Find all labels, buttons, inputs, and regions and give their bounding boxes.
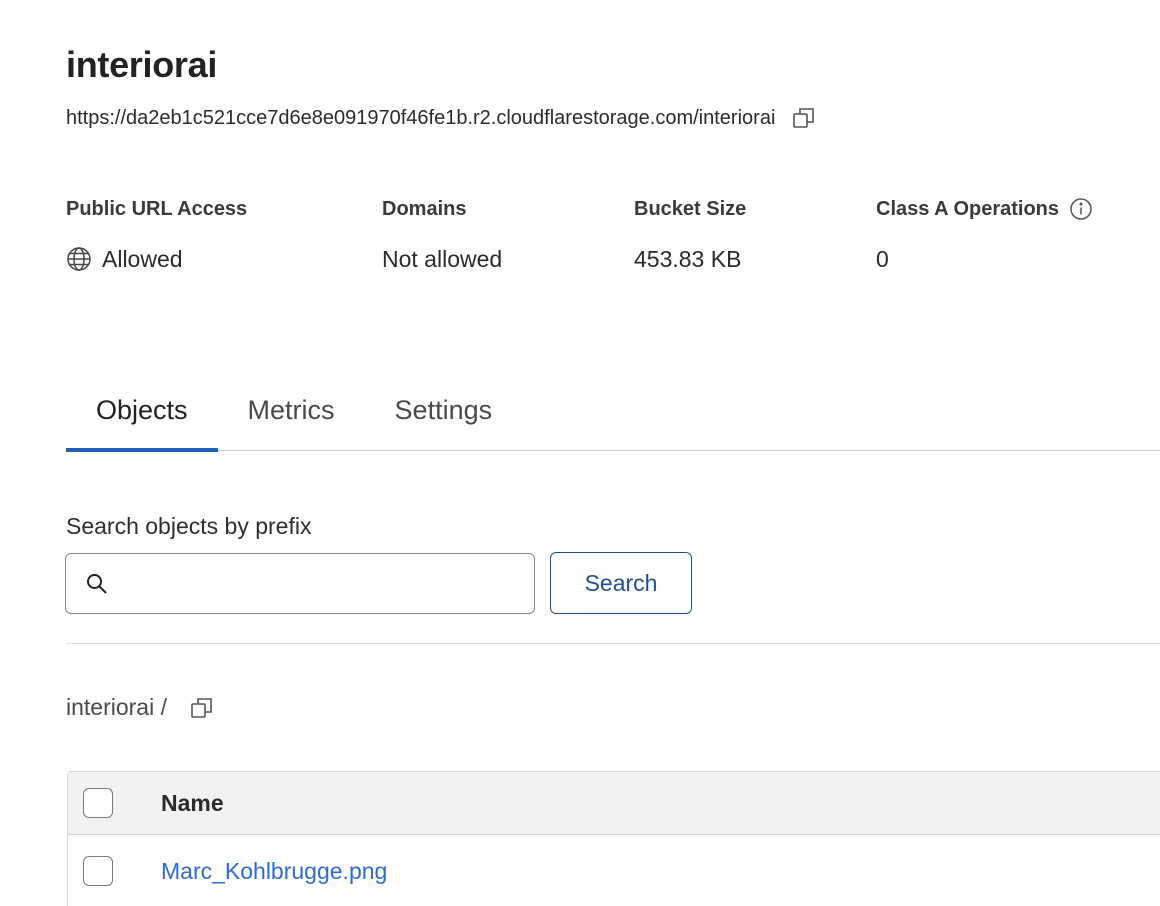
copy-icon[interactable]	[189, 695, 215, 721]
row-checkbox[interactable]	[83, 856, 113, 886]
stat-value-row: Allowed	[66, 244, 247, 274]
stat-value: 453.83 KB	[634, 245, 742, 272]
stat-bucket-size: Bucket Size 453.83 KB	[634, 196, 746, 274]
stat-value: Allowed	[102, 245, 183, 272]
search-icon	[84, 571, 110, 597]
stat-public-url-access: Public URL Access Allowed	[66, 196, 247, 274]
breadcrumb: interiorai /	[66, 694, 215, 721]
page-title: interiorai	[66, 44, 218, 85]
globe-icon	[66, 246, 92, 272]
stat-class-a-operations: Class A Operations 0	[876, 196, 1093, 274]
table-row: Marc_Kohlbrugge.png	[68, 835, 1160, 906]
column-header-name: Name	[161, 789, 224, 816]
search-label: Search objects by prefix	[66, 513, 312, 539]
bucket-url: https://da2eb1c521cce7d6e8e091970f46fe1b…	[66, 106, 776, 129]
stat-label: Domains	[382, 197, 467, 220]
object-link[interactable]: Marc_Kohlbrugge.png	[161, 858, 387, 885]
divider	[66, 643, 1160, 644]
table-header: Name	[68, 772, 1160, 835]
stat-value: Not allowed	[382, 245, 503, 272]
breadcrumb-path: interiorai /	[66, 694, 167, 720]
copy-icon[interactable]	[791, 105, 817, 131]
stat-label: Class A Operations	[876, 197, 1060, 220]
stat-label-row: Class A Operations	[876, 196, 1093, 222]
stat-value: 0	[876, 245, 889, 272]
search-input[interactable]	[120, 554, 534, 613]
stat-domains: Domains Not allowed	[382, 196, 502, 274]
tab-bar: Objects Metrics Settings	[66, 370, 1160, 452]
objects-table: Name Marc_Kohlbrugge.png	[67, 771, 1160, 906]
search-button[interactable]: Search	[550, 552, 692, 614]
stat-label: Bucket Size	[634, 197, 747, 220]
search-field[interactable]	[65, 553, 535, 614]
tab-objects[interactable]: Objects	[66, 370, 218, 452]
stat-label: Public URL Access	[66, 197, 248, 220]
bucket-details-page: interiorai https://da2eb1c521cce7d6e8e09…	[0, 0, 1160, 906]
tab-metrics[interactable]: Metrics	[218, 370, 365, 451]
tab-settings[interactable]: Settings	[365, 370, 523, 451]
select-all-checkbox[interactable]	[83, 788, 113, 818]
info-icon[interactable]	[1069, 197, 1093, 221]
bucket-url-row: https://da2eb1c521cce7d6e8e091970f46fe1b…	[66, 105, 817, 131]
